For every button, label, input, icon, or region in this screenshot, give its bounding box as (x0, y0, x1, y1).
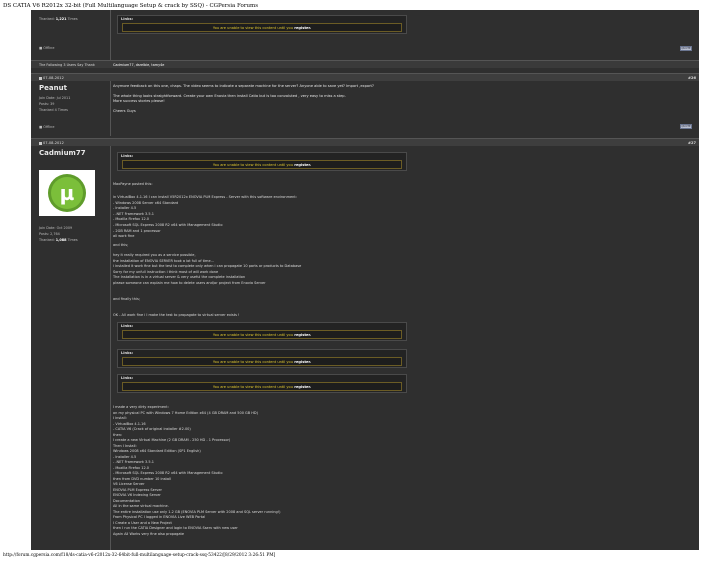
offline-icon: ■ (39, 125, 43, 129)
post-27-header: 07-08-2012 #27 (31, 138, 699, 146)
links-label: Links: (121, 17, 134, 21)
page-url-footer: http://forum.cgpersia.com/f18/ds-catia-v… (3, 553, 276, 558)
register-notice: You are unable to view this content unti… (122, 357, 402, 366)
post-27-links-box-3: Links: You are unable to view this conte… (117, 349, 407, 368)
post-27-date: 07-08-2012 (43, 140, 64, 145)
post-icon (39, 76, 42, 80)
register-link[interactable]: register. (294, 385, 311, 389)
post-26-date: 07-08-2012 (43, 75, 64, 80)
links-label: Links: (121, 154, 134, 158)
offline-icon: ■ (39, 46, 43, 50)
register-link[interactable]: register. (294, 163, 311, 167)
register-link[interactable]: register. (294, 360, 311, 364)
post-26-quote-button[interactable]: QUOTE (680, 124, 692, 129)
post-icon (39, 141, 42, 145)
post-27-username[interactable]: Cadmium77 (39, 149, 86, 157)
prev-post-divider (110, 10, 111, 60)
post-26-user-stats: Join Date: Jul 2011 Posts: 39 Thanked 4 … (39, 96, 71, 112)
register-notice: You are unable to view this content unti… (122, 23, 402, 32)
post-27-user-stats: Join Date: Oct 2009 Posts: 2,764 Thanked… (39, 226, 78, 242)
forum-thread: Thanked: 1,221 Times Links: You are unab… (31, 10, 699, 550)
register-notice: You are unable to view this content unti… (122, 330, 402, 339)
post-27-quote-1: in VirtualBox 4.1.16 I can install V5R20… (113, 195, 297, 239)
thanks-users[interactable]: Cadmium77, dsrelbie, tamy4e (113, 63, 164, 67)
post-26-header: 07-08-2012 #26 (31, 73, 699, 81)
prev-post-quote-button[interactable]: QUOTE (680, 46, 692, 51)
post-26-body: Anymore feedback on this one, chaps. The… (113, 84, 698, 114)
post-27-finally-this: and finally this; (113, 297, 140, 301)
post-27-quote-3: OK - All work fine i I make the test to … (113, 313, 240, 317)
prev-post-status: ■ Offline (39, 46, 55, 50)
post-27-and-this: and this; (113, 243, 129, 247)
post-26-number[interactable]: #26 (688, 76, 696, 80)
browser-page-title: DS CATIA V6 R2012x 32-bit (Full Multilan… (3, 3, 259, 9)
links-label: Links: (121, 351, 134, 355)
register-notice: You are unable to view this content unti… (122, 160, 402, 169)
post-27-links-box-2: Links: You are unable to view this conte… (117, 322, 407, 341)
post-27-links-box-4: Links: You are unable to view this conte… (117, 374, 407, 393)
avatar: µ (39, 170, 95, 216)
post-27-links-box-1: Links: You are unable to view this conte… (117, 152, 407, 171)
prev-post-links-box: Links: You are unable to view this conte… (117, 15, 407, 34)
post-27-quote-intro: MaxPayne posted this: (113, 182, 153, 186)
thanks-label: The Following 3 Users Say Thank (39, 62, 95, 67)
torrent-logo-icon: µ (39, 170, 95, 216)
links-label: Links: (121, 376, 134, 380)
thanks-row: The Following 3 Users Say Thank Cadmium7… (31, 60, 699, 68)
post-27-number[interactable]: #27 (688, 141, 696, 145)
post-27-quote-2: hey it really required you as a service … (113, 253, 302, 285)
post-27-experiment: I made a very dirty experiment: on my ph… (113, 405, 281, 536)
register-link[interactable]: register. (294, 333, 311, 337)
post-26-status: ■ Offline (39, 125, 55, 129)
register-link[interactable]: register. (294, 26, 311, 30)
links-label: Links: (121, 324, 134, 328)
register-notice: You are unable to view this content unti… (122, 382, 402, 391)
svg-text:µ: µ (60, 181, 75, 205)
post-27-divider (110, 146, 111, 550)
post-26-username[interactable]: Peanut (39, 84, 67, 92)
prev-post-user-stats: Thanked: 1,221 Times (39, 17, 78, 21)
post-26-divider (110, 81, 111, 136)
post-26-line: Cheers Guys (113, 108, 136, 113)
